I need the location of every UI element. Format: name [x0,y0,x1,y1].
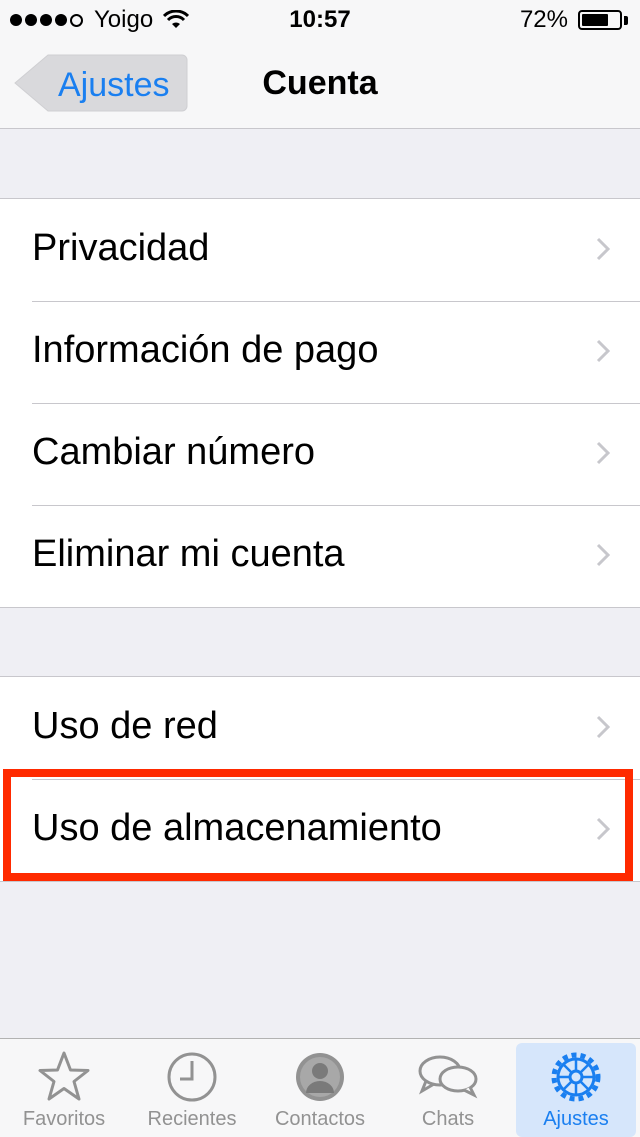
row-informacion-pago[interactable]: Información de pago [0,301,640,403]
battery-percent: 72% [519,6,568,33]
tab-label: Ajustes [543,1108,609,1130]
tab-label: Recientes [147,1108,237,1130]
row-uso-de-red[interactable]: Uso de red [0,677,640,779]
page-title: Cuenta [262,64,378,102]
gear-icon [551,1052,601,1102]
chevron-right-icon [596,339,610,363]
chevron-right-icon [596,715,610,739]
account-options-group: Privacidad Información de pago Cambiar n… [0,198,640,608]
row-label: Cambiar número [32,431,315,473]
clock-icon [167,1052,217,1102]
tab-label: Chats [421,1108,475,1130]
usage-options-group: Uso de red Uso de almacenamiento [0,676,640,882]
tab-label: Contactos [274,1108,366,1130]
chevron-right-icon [596,237,610,261]
navigation-bar: Ajustes Cuenta [0,40,640,129]
chevron-right-icon [596,543,610,567]
row-label: Uso de red [32,705,218,747]
row-label: Eliminar mi cuenta [32,533,345,575]
row-label: Información de pago [32,329,379,371]
battery-status: 72% [520,6,628,34]
chat-bubbles-icon [418,1055,478,1099]
tab-chats[interactable]: Chats [384,1039,512,1137]
tab-label: Favoritos [22,1108,106,1130]
chevron-right-icon [596,441,610,465]
row-uso-de-almacenamiento[interactable]: Uso de almacenamiento [0,779,640,881]
row-privacidad[interactable]: Privacidad [0,199,640,301]
row-cambiar-numero[interactable]: Cambiar número [0,403,640,505]
tab-ajustes[interactable]: Ajustes [512,1039,640,1137]
row-label: Privacidad [32,227,210,269]
chevron-right-icon [596,817,610,841]
battery-icon [578,10,622,30]
tab-contactos[interactable]: Contactos [256,1039,384,1137]
battery-tip [624,15,628,25]
person-icon [296,1053,344,1101]
tab-bar: Favoritos Recientes Contactos Chats Ajus… [0,1038,640,1137]
star-icon [38,1051,90,1101]
status-bar: Yoigo 10:57 72% [0,0,640,40]
tab-favoritos[interactable]: Favoritos [0,1039,128,1137]
tab-recientes[interactable]: Recientes [128,1039,256,1137]
row-eliminar-cuenta[interactable]: Eliminar mi cuenta [0,505,640,607]
row-label: Uso de almacenamiento [32,807,442,849]
